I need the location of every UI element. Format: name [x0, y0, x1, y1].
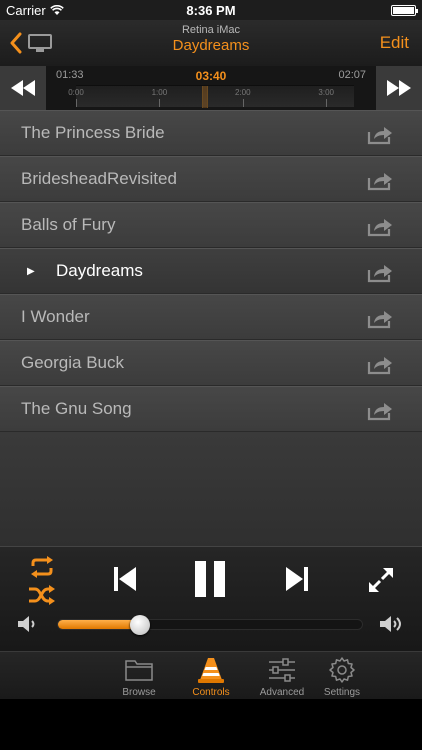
battery-icon: [391, 4, 418, 16]
share-icon[interactable]: [366, 260, 394, 284]
nav-bar: Retina iMac Daydreams Edit: [0, 20, 422, 66]
nav-title: Daydreams: [172, 37, 250, 54]
tab-label: Browse: [122, 687, 156, 698]
edit-button[interactable]: Edit: [380, 33, 409, 53]
now-playing-icon: ▶: [27, 266, 35, 277]
volume-slider[interactable]: [57, 615, 363, 635]
share-icon[interactable]: [366, 398, 394, 422]
playlist-row[interactable]: ▶ Daydreams: [0, 248, 422, 294]
timeline-ruler[interactable]: 0:00 1:00 2:00 3:00: [68, 85, 354, 108]
vlc-cone-icon: [198, 658, 224, 683]
playlist-row-title: Balls of Fury: [21, 215, 116, 234]
share-icon[interactable]: [366, 168, 394, 192]
share-icon[interactable]: [366, 352, 394, 376]
playlist-row-title: BridesheadRevisited: [21, 169, 177, 188]
nav-subtitle: Retina iMac: [181, 24, 241, 36]
current-time: 03:40: [195, 69, 227, 83]
shuffle-icon: [29, 585, 55, 605]
playback-controls: [0, 546, 422, 651]
pause-button[interactable]: [192, 559, 228, 599]
fast-forward-button[interactable]: [376, 66, 422, 110]
timeline-tick: 0:00: [68, 88, 84, 97]
playlist-row[interactable]: The Gnu Song: [0, 386, 422, 432]
share-icon[interactable]: [366, 214, 394, 238]
playlist-row-title: Georgia Buck: [21, 353, 124, 372]
volume-high-icon: [380, 616, 401, 632]
playlist-row-title: The Gnu Song: [21, 399, 132, 418]
expand-icon: [369, 568, 393, 592]
tab-label: Controls: [192, 687, 230, 698]
next-track-button[interactable]: [282, 563, 312, 595]
timeline-track[interactable]: 01:33 03:40 02:07 0:00 1:00 2:00 3:00: [48, 66, 374, 110]
tab-browse[interactable]: Browse: [104, 656, 174, 698]
playlist: The Princess Bride BridesheadRevisited Bal…: [0, 110, 422, 432]
fullscreen-button[interactable]: [366, 565, 396, 595]
repeat-icon: [31, 556, 53, 578]
chevron-left-icon: [10, 32, 22, 54]
rewind-icon: [11, 80, 35, 96]
bottom-black-area: [0, 699, 422, 750]
volume-low-icon: [18, 616, 35, 632]
timeline-tick: 2:00: [235, 88, 251, 97]
timeline-tick: 3:00: [318, 88, 334, 97]
share-icon[interactable]: [366, 306, 394, 330]
carrier-label: Carrier: [6, 2, 46, 18]
wifi-icon: [49, 4, 64, 15]
rewind-button[interactable]: [0, 66, 46, 110]
timeline-bar: 01:33 03:40 02:07 0:00 1:00 2:00 3:00: [0, 66, 422, 110]
playlist-row[interactable]: Georgia Buck: [0, 340, 422, 386]
playlist-row[interactable]: I Wonder: [0, 294, 422, 340]
playlist-row-title: The Princess Bride: [21, 123, 165, 142]
nav-titles: Retina iMac Daydreams: [100, 24, 322, 54]
monitor-icon: [28, 34, 54, 52]
fast-forward-icon: [387, 80, 411, 96]
tab-settings[interactable]: Settings: [307, 656, 377, 698]
timeline-playhead[interactable]: [202, 86, 209, 108]
repeat-button[interactable]: [26, 555, 58, 579]
playlist-row[interactable]: BridesheadRevisited: [0, 156, 422, 202]
tab-controls[interactable]: Controls: [176, 656, 246, 698]
playlist-row[interactable]: The Princess Bride: [0, 110, 422, 156]
remaining-time: 02:07: [338, 69, 366, 81]
playlist-row[interactable]: Balls of Fury: [0, 202, 422, 248]
tab-label: Settings: [323, 687, 361, 698]
status-bar: Carrier 8:36 PM: [0, 0, 422, 20]
gear-icon: [329, 657, 355, 683]
status-left: Carrier: [6, 3, 64, 18]
folder-icon: [125, 660, 153, 681]
previous-track-button[interactable]: [110, 563, 140, 595]
back-button[interactable]: [10, 30, 62, 56]
shuffle-button[interactable]: [26, 583, 58, 607]
share-icon[interactable]: [366, 122, 394, 146]
tab-bar: Browse Controls Advanced Settings: [0, 651, 422, 699]
pause-icon: [195, 561, 225, 597]
skip-back-icon: [114, 567, 136, 591]
sliders-icon: [269, 658, 295, 682]
playlist-row-title: Daydreams: [56, 261, 143, 280]
playlist-empty-area: [0, 432, 422, 546]
volume-fill: [58, 620, 141, 629]
volume-thumb[interactable]: [130, 615, 151, 635]
skip-forward-icon: [286, 567, 308, 591]
playlist-row-title: I Wonder: [21, 307, 90, 326]
timeline-tick: 1:00: [151, 88, 168, 97]
